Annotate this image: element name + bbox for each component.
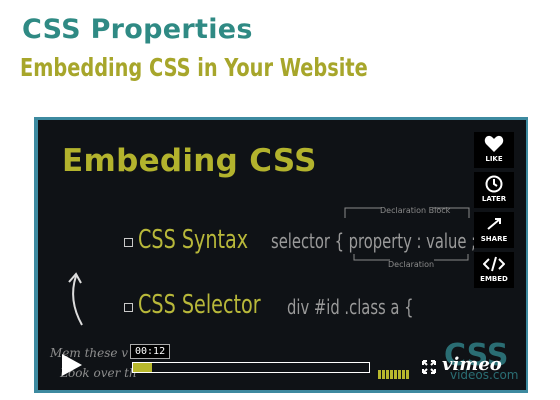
slide-title: Embeding CSS <box>62 143 317 179</box>
bullet-icon <box>124 238 133 247</box>
slide-code-syntax: selector { property : value ; <box>271 229 477 253</box>
share-label: SHARE <box>480 235 508 243</box>
curved-arrow-icon <box>68 272 83 326</box>
declaration-block-label: Declaration Block <box>380 206 451 215</box>
share-icon <box>487 218 501 230</box>
vimeo-logo[interactable]: vimeo <box>442 354 502 375</box>
later-button[interactable]: LATER <box>474 172 514 208</box>
embed-label: EMBED <box>480 275 508 283</box>
page-subtitle: Embedding CSS in Your Website <box>20 53 368 82</box>
clock-icon <box>485 175 503 193</box>
fullscreen-icon[interactable] <box>422 360 436 374</box>
embed-button[interactable]: EMBED <box>474 252 514 288</box>
later-label: LATER <box>481 195 507 203</box>
page-title: CSS Properties <box>22 14 253 45</box>
play-icon[interactable] <box>58 352 86 378</box>
time-tooltip: 00:12 <box>130 344 171 359</box>
progress-played <box>133 363 152 372</box>
heart-icon <box>484 135 504 152</box>
code-icon <box>483 256 505 272</box>
like-button[interactable]: LIKE <box>474 132 514 168</box>
slide-code-selector: div #id .class a { <box>287 295 414 319</box>
declaration-label: Declaration <box>388 260 435 269</box>
video-screen[interactable]: Embeding CSS CSS Syntax selector { prope… <box>38 120 526 390</box>
video-player[interactable]: Embeding CSS CSS Syntax selector { prope… <box>34 117 528 393</box>
volume-control[interactable] <box>378 364 410 383</box>
progress-bar[interactable] <box>132 362 370 373</box>
like-label: LIKE <box>485 155 503 163</box>
bullet-icon <box>124 303 133 312</box>
slide-item-selector: CSS Selector <box>138 290 261 320</box>
share-button[interactable]: SHARE <box>474 212 514 248</box>
slide-item-syntax: CSS Syntax <box>138 225 249 255</box>
